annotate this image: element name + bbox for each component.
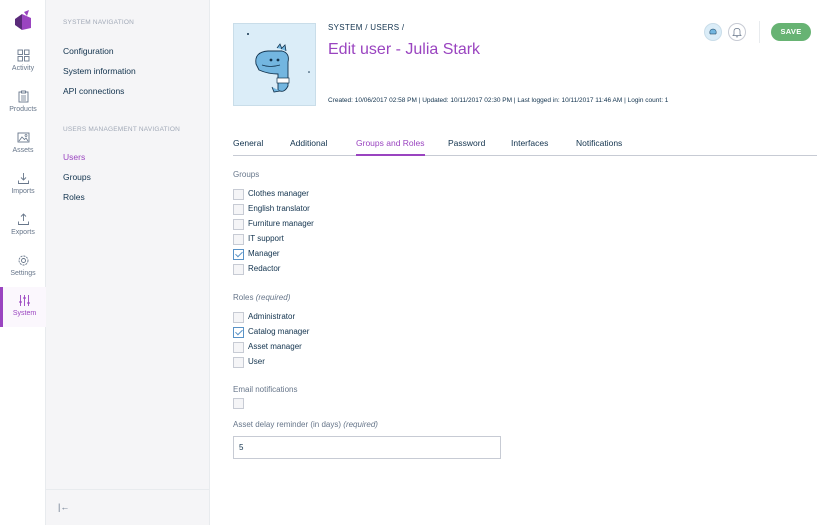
dashboard-icon	[17, 49, 29, 62]
header-divider	[759, 21, 760, 43]
sub-link-users[interactable]: Users	[63, 152, 85, 162]
required-hint: (required)	[343, 420, 378, 429]
checkbox[interactable]	[233, 357, 244, 368]
tab-additional[interactable]: Additional	[290, 138, 327, 156]
nav-label: Products	[9, 106, 37, 113]
checkbox-label: Furniture manager	[248, 219, 314, 228]
page-title: Edit user - Julia Stark	[328, 41, 481, 58]
tab-notifications[interactable]: Notifications	[576, 138, 622, 156]
dragon-avatar-icon	[247, 33, 310, 93]
required-hint: (required)	[255, 293, 291, 302]
checkbox-label: Clothes manager	[248, 189, 309, 198]
roles-label-text: Roles	[233, 293, 254, 302]
checkbox-label: Catalog manager	[248, 327, 310, 336]
nav-activity[interactable]: Activity	[0, 47, 46, 85]
checkbox[interactable]	[233, 312, 244, 323]
main-navigation: Activity Products Assets Imports Exports…	[0, 0, 46, 525]
nav-label: System	[12, 310, 37, 317]
roles-label: Roles (required)	[233, 293, 290, 302]
collapse-panel-icon[interactable]: |←	[58, 502, 69, 512]
sub-navigation-panel: SYSTEM NAVIGATION Configuration System i…	[46, 0, 210, 525]
checkbox[interactable]	[233, 234, 244, 245]
nav-exports[interactable]: Exports	[0, 211, 46, 249]
checkbox-label: Redactor	[248, 264, 281, 273]
checkbox[interactable]	[233, 342, 244, 353]
collapse-bar: |←	[46, 489, 210, 525]
sub-link-roles[interactable]: Roles	[63, 192, 85, 202]
checkbox-label: Manager	[248, 249, 280, 258]
tab-bar: General Additional Groups and Roles Pass…	[233, 134, 817, 156]
checkbox-label: User	[248, 357, 265, 366]
users-management-navigation-title: USERS MANAGEMENT NAVIGATION	[63, 126, 180, 133]
checkbox-checked[interactable]	[233, 249, 244, 260]
nav-imports[interactable]: Imports	[0, 170, 46, 208]
gear-icon	[18, 255, 28, 266]
tab-general[interactable]: General	[233, 138, 263, 156]
nav-assets[interactable]: Assets	[0, 129, 46, 167]
checkbox-label: English translator	[248, 204, 310, 213]
nav-label: Imports	[11, 188, 35, 195]
nav-system[interactable]: System	[0, 287, 46, 327]
checkbox-label: IT support	[248, 234, 284, 243]
email-notifications-label: Email notifications	[233, 385, 298, 394]
checkbox[interactable]	[233, 204, 244, 215]
user-meta-info: Created: 10/06/2017 02:58 PM | Updated: …	[328, 97, 669, 104]
sub-link-configuration[interactable]: Configuration	[63, 46, 114, 56]
nav-label: Exports	[11, 229, 35, 236]
tab-groups-and-roles[interactable]: Groups and Roles	[356, 138, 425, 156]
checkbox[interactable]	[233, 219, 244, 230]
akeneo-logo[interactable]	[12, 10, 34, 32]
nav-label: Activity	[11, 65, 35, 72]
sub-link-api-connections[interactable]: API connections	[63, 86, 124, 96]
checkbox[interactable]	[233, 189, 244, 200]
nav-products[interactable]: Products	[0, 88, 46, 126]
save-button[interactable]: SAVE	[771, 23, 811, 41]
checkbox-label: Asset manager	[248, 342, 302, 351]
clipboard-icon	[18, 90, 28, 103]
checkbox-checked[interactable]	[233, 327, 244, 338]
user-menu-button[interactable]	[704, 23, 722, 41]
nav-settings[interactable]: Settings	[0, 252, 46, 290]
tab-interfaces[interactable]: Interfaces	[511, 138, 548, 156]
sub-link-groups[interactable]: Groups	[63, 172, 91, 182]
user-avatar-small-icon	[709, 28, 717, 35]
groups-label: Groups	[233, 170, 260, 179]
breadcrumb[interactable]: SYSTEM / USERS /	[328, 23, 404, 32]
checkbox[interactable]	[233, 264, 244, 275]
asset-delay-input[interactable]: 5	[233, 436, 501, 459]
sliders-icon	[19, 295, 30, 306]
tab-password[interactable]: Password	[448, 138, 485, 156]
checkbox-label: Administrator	[248, 312, 296, 321]
nav-label: Assets	[12, 147, 34, 154]
notifications-button[interactable]	[728, 23, 746, 41]
checkbox[interactable]	[233, 398, 244, 409]
import-icon	[17, 173, 29, 184]
user-avatar[interactable]	[233, 23, 316, 106]
system-navigation-title: SYSTEM NAVIGATION	[63, 19, 135, 26]
bell-icon	[732, 28, 742, 38]
nav-label: Settings	[10, 270, 36, 277]
content-area: SYSTEM / USERS / Edit user - Julia Stark…	[210, 0, 840, 525]
asset-delay-label-text: Asset delay reminder (in days)	[233, 420, 342, 429]
export-icon	[17, 213, 29, 225]
sub-link-system-information[interactable]: System information	[63, 66, 136, 76]
image-icon	[17, 132, 29, 143]
asset-delay-label: Asset delay reminder (in days) (required…	[233, 420, 378, 429]
